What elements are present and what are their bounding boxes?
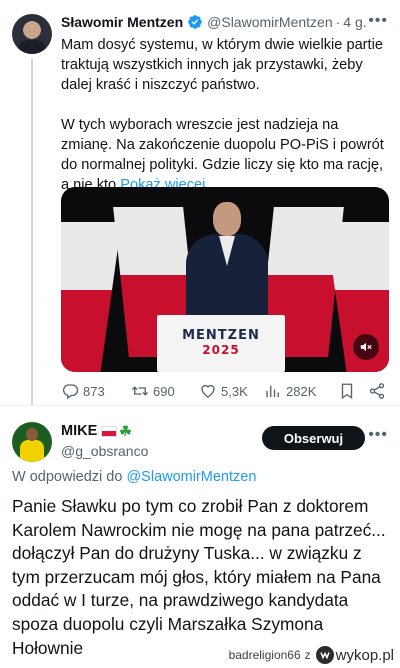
- reply-icon: [62, 384, 79, 399]
- like-button[interactable]: 5,3K: [199, 382, 264, 400]
- poland-flag-icon: [101, 425, 118, 437]
- reply-author-avatar[interactable]: [12, 422, 52, 462]
- repost-button[interactable]: 690: [131, 382, 199, 400]
- repost-icon: [132, 386, 148, 396]
- author-handle[interactable]: @SlawomirMentzen: [207, 14, 332, 30]
- tweet-video[interactable]: MENTZEN 2025: [61, 187, 389, 372]
- separator: ·: [335, 14, 341, 30]
- more-icon[interactable]: •••: [368, 426, 388, 444]
- reply-button[interactable]: 873: [61, 382, 131, 400]
- reply-count: 873: [83, 383, 105, 399]
- bookmark-button[interactable]: [338, 382, 368, 400]
- tweet-actions: 873 690 5,3K 282K: [61, 380, 389, 402]
- wykop-brand: wykop.pl: [315, 646, 394, 664]
- tweet-paragraph-text: W tych wyborach wreszcie jest nadzieja n…: [61, 117, 384, 193]
- flag-image: [61, 222, 122, 372]
- like-icon: [201, 384, 215, 398]
- repost-count: 690: [153, 383, 175, 399]
- views-count: 282K: [286, 383, 317, 399]
- verified-icon: [188, 15, 202, 29]
- author-avatar[interactable]: [12, 14, 52, 54]
- podium-text: MENTZEN: [182, 328, 260, 343]
- footer-z: z: [304, 648, 311, 662]
- tweet-paragraph: W tych wyborach wreszcie jest nadzieja n…: [61, 115, 389, 195]
- more-icon[interactable]: •••: [368, 12, 388, 30]
- footer-user: badreligion66: [228, 648, 301, 662]
- bookmark-icon: [341, 383, 353, 400]
- tweet-header: Sławomir Mentzen @SlawomirMentzen · 4 g.: [61, 14, 367, 30]
- reply-author-name-row: MIKE ☘: [61, 423, 132, 439]
- watermark-footer: badreligion66 z wykop.pl: [229, 644, 394, 666]
- tweet-time[interactable]: 4 g.: [343, 14, 366, 30]
- reply-to-mention[interactable]: @SlawomirMentzen: [126, 469, 256, 485]
- main-tweet: Sławomir Mentzen @SlawomirMentzen · 4 g.…: [0, 0, 400, 405]
- reply-author-handle[interactable]: @g_obsranco: [61, 443, 148, 459]
- reply-author-name[interactable]: MIKE: [61, 423, 97, 439]
- like-count: 5,3K: [221, 383, 248, 399]
- thread-line: [31, 58, 33, 405]
- divider: [0, 405, 400, 406]
- reply-text: Panie Sławku po tym co zrobił Pan z dokt…: [12, 496, 386, 658]
- views-button[interactable]: 282K: [264, 382, 338, 400]
- share-button[interactable]: [368, 382, 386, 400]
- follow-button[interactable]: Obserwuj: [262, 426, 365, 450]
- share-icon: [369, 383, 385, 399]
- mute-icon[interactable]: [353, 334, 379, 360]
- podium-year: 2025: [202, 343, 240, 357]
- clover-icon: ☘: [119, 423, 132, 439]
- author-name[interactable]: Sławomir Mentzen: [61, 14, 183, 30]
- speaker-figure: [181, 202, 271, 334]
- tweet-paragraph: Mam dosyć systemu, w którym dwie wielkie…: [61, 37, 383, 93]
- reply-to-prefix: W odpowiedzi do: [12, 469, 127, 485]
- podium: MENTZEN 2025: [157, 315, 285, 372]
- wykop-logo: [315, 646, 334, 664]
- views-icon: [266, 385, 279, 397]
- footer-site: wykop.pl: [335, 646, 394, 664]
- tweet-text: Mam dosyć systemu, w którym dwie wielkie…: [61, 35, 389, 195]
- reply-to-line: W odpowiedzi do @SlawomirMentzen: [12, 469, 256, 485]
